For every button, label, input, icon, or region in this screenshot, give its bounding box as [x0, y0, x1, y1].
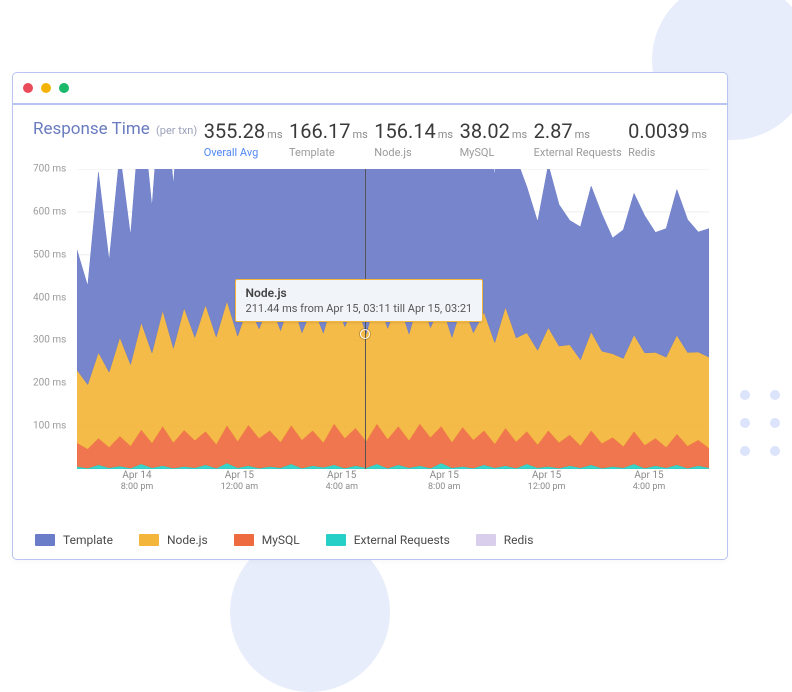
- y-tick: 200 ms: [33, 378, 66, 389]
- minimize-icon[interactable]: [41, 83, 51, 93]
- dashboard-window: Response Time (per txn) 355.28ms Overall…: [12, 72, 728, 560]
- chart-plot-area[interactable]: Node.js 211.44 ms from Apr 15, 03:11 til…: [77, 169, 709, 469]
- legend-label: Template: [63, 533, 113, 547]
- window-titlebar: [13, 73, 727, 105]
- chart-tooltip: Node.js 211.44 ms from Apr 15, 03:11 til…: [235, 279, 484, 322]
- x-tick: Apr 154:00 am: [326, 469, 358, 494]
- legend-label: External Requests: [354, 533, 450, 547]
- x-tick: Apr 158:00 am: [428, 469, 460, 494]
- legend-item[interactable]: Redis: [476, 533, 534, 547]
- legend-swatch-icon: [234, 534, 254, 546]
- legend-item[interactable]: MySQL: [234, 533, 300, 547]
- stat-redis: 0.0039ms Redis: [628, 119, 707, 159]
- chart-cursor-point-icon: [360, 329, 370, 339]
- stats-row: Response Time (per txn) 355.28ms Overall…: [33, 119, 707, 159]
- tooltip-text: 211.44 ms from Apr 15, 03:11 till Apr 15…: [246, 302, 473, 315]
- stat-nodejs: 156.14ms Node.js: [374, 119, 453, 159]
- legend-swatch-icon: [326, 534, 346, 546]
- y-axis: 100 ms200 ms300 ms400 ms500 ms600 ms700 …: [33, 169, 77, 469]
- maximize-icon[interactable]: [59, 83, 69, 93]
- chart-title: Response Time (per txn): [33, 119, 197, 139]
- y-tick: 600 ms: [33, 206, 66, 217]
- legend-swatch-icon: [476, 534, 496, 546]
- x-tick: Apr 148:00 pm: [121, 469, 154, 494]
- legend-label: MySQL: [262, 533, 300, 547]
- stat-mysql: 38.02ms MySQL: [460, 119, 528, 159]
- x-axis: Apr 148:00 pm Apr 1512:00 am Apr 154:00 am…: [77, 469, 709, 499]
- y-tick: 100 ms: [33, 421, 66, 432]
- stat-external-requests: 2.87ms External Requests: [534, 119, 622, 159]
- tooltip-title: Node.js: [246, 286, 473, 300]
- y-tick: 400 ms: [33, 292, 66, 303]
- y-tick: 700 ms: [33, 164, 66, 175]
- chart-legend: Template Node.js MySQL External Requests Red…: [33, 533, 707, 547]
- legend-item[interactable]: Template: [35, 533, 113, 547]
- stat-template: 166.17ms Template: [289, 119, 368, 159]
- y-tick: 300 ms: [33, 335, 66, 346]
- x-tick: Apr 1512:00 pm: [528, 469, 566, 494]
- legend-label: Redis: [504, 533, 534, 547]
- x-tick: Apr 1512:00 am: [221, 469, 258, 494]
- legend-swatch-icon: [139, 534, 159, 546]
- close-icon[interactable]: [23, 83, 33, 93]
- legend-item[interactable]: External Requests: [326, 533, 450, 547]
- x-tick: Apr 154:00 pm: [633, 469, 666, 494]
- response-time-chart[interactable]: 100 ms200 ms300 ms400 ms500 ms600 ms700 …: [33, 169, 709, 499]
- y-tick: 500 ms: [33, 249, 66, 260]
- legend-item[interactable]: Node.js: [139, 533, 208, 547]
- legend-label: Node.js: [167, 533, 208, 547]
- legend-swatch-icon: [35, 534, 55, 546]
- stat-overall-avg: 355.28ms Overall Avg: [204, 119, 283, 159]
